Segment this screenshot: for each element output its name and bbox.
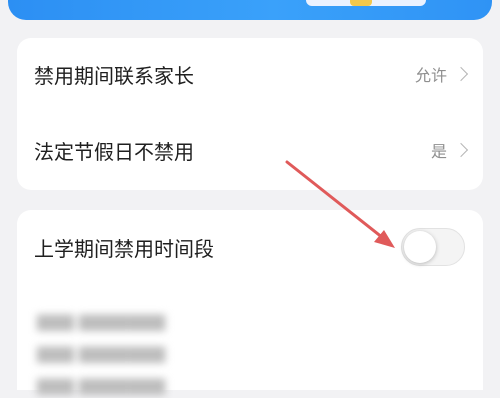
- pointer-arrow-icon: [285, 160, 395, 248]
- blurred-schedule-line: ▇▇▇ ▇▇▇▇▇▇▇: [37, 376, 166, 395]
